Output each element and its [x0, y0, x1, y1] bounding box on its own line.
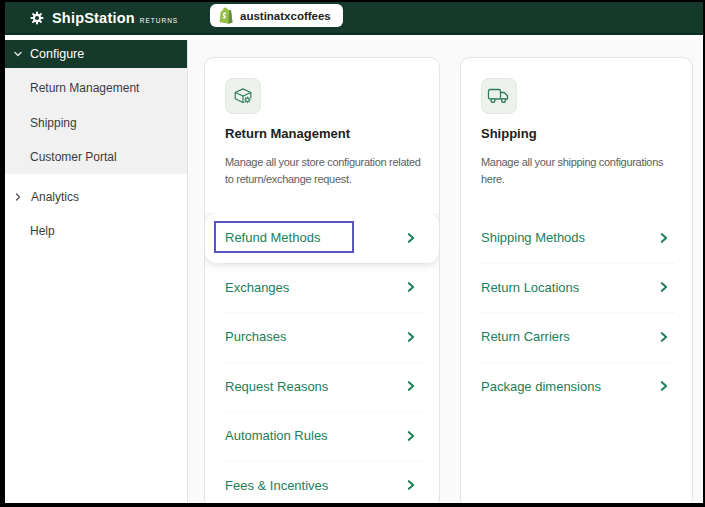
app-window: ShipStation RETURNS austinatxcoffees Con…	[5, 2, 703, 503]
exchanges-link[interactable]: Exchanges	[205, 263, 439, 313]
fees-incentives-link[interactable]: Fees & Incentives	[205, 461, 439, 504]
card-description: Manage all your shipping configurations …	[481, 154, 663, 188]
chevron-right-icon	[405, 232, 417, 244]
screenshot-frame: ShipStation RETURNS austinatxcoffees Con…	[0, 0, 705, 507]
card-description: Manage all your store configuration rela…	[225, 154, 421, 188]
chevron-right-icon	[658, 380, 670, 392]
package-dimensions-link[interactable]: Package dimensions	[461, 362, 692, 412]
sidebar-item-shipping[interactable]: Shipping	[30, 114, 77, 132]
store-name: austinatxcoffees	[240, 10, 331, 22]
sidebar: Configure Return Management Shipping Cus…	[5, 40, 188, 503]
purchases-link[interactable]: Purchases	[205, 312, 439, 362]
shopify-icon	[218, 7, 233, 24]
brand-name: ShipStation	[52, 10, 135, 26]
automation-rules-link[interactable]: Automation Rules	[205, 411, 439, 461]
chevron-right-icon	[13, 192, 23, 202]
sidebar-item-return-management[interactable]: Return Management	[30, 79, 139, 97]
sidebar-item-label: Configure	[30, 47, 84, 61]
chevron-right-icon	[405, 281, 417, 293]
chevron-right-icon	[658, 232, 670, 244]
chevron-right-icon	[405, 479, 417, 491]
store-selector-tab[interactable]: austinatxcoffees	[210, 4, 343, 27]
sidebar-item-analytics[interactable]: Analytics	[13, 188, 79, 206]
shipstation-gear-icon	[29, 10, 45, 26]
sidebar-item-customer-portal[interactable]: Customer Portal	[30, 148, 117, 166]
return-management-card: Return Management Manage all your store …	[204, 57, 440, 503]
chevron-down-icon	[13, 49, 23, 59]
card-title: Return Management	[225, 126, 350, 141]
shipstation-logo: ShipStation RETURNS	[29, 2, 178, 33]
chevron-right-icon	[405, 331, 417, 343]
return-carriers-link[interactable]: Return Carriers	[461, 312, 692, 362]
box-gear-icon	[225, 78, 261, 114]
shipping-card: Shipping Manage all your shipping config…	[460, 57, 693, 503]
truck-icon	[481, 78, 517, 114]
request-reasons-link[interactable]: Request Reasons	[205, 362, 439, 412]
return-locations-link[interactable]: Return Locations	[461, 263, 692, 313]
brand-suffix: RETURNS	[140, 17, 178, 24]
refund-methods-highlight-box	[214, 221, 354, 253]
shipping-methods-link[interactable]: Shipping Methods	[461, 213, 692, 263]
card-title: Shipping	[481, 126, 537, 141]
chevron-right-icon	[405, 430, 417, 442]
top-bar: ShipStation RETURNS austinatxcoffees	[5, 2, 703, 35]
sidebar-item-help[interactable]: Help	[30, 222, 55, 240]
chevron-right-icon	[658, 331, 670, 343]
chevron-right-icon	[405, 380, 417, 392]
sidebar-item-configure[interactable]: Configure	[5, 40, 187, 68]
chevron-right-icon	[658, 281, 670, 293]
